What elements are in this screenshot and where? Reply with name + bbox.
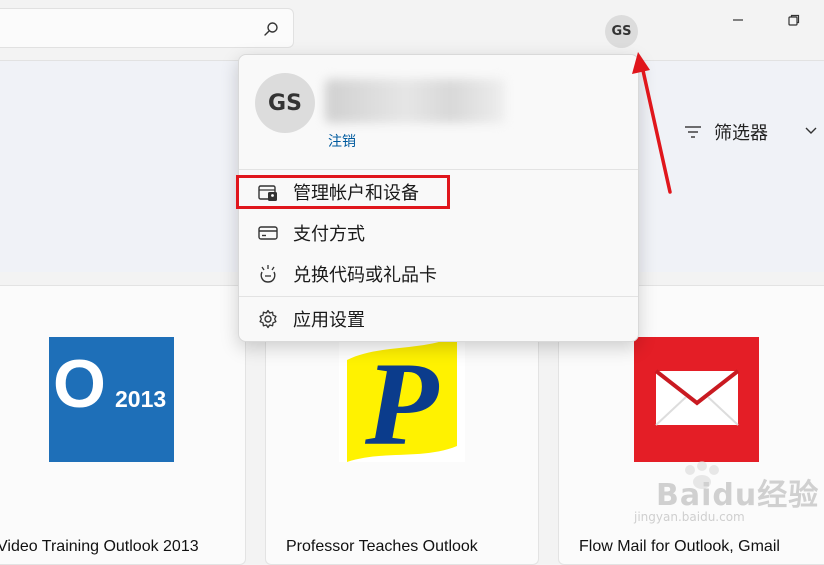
signout-link[interactable]: 注销 xyxy=(328,131,356,151)
chevron-down-icon[interactable] xyxy=(804,124,818,138)
search-box[interactable] xyxy=(0,8,294,48)
gear-icon xyxy=(259,309,277,329)
menu-item-label: 支付方式 xyxy=(293,224,365,245)
restore-icon[interactable] xyxy=(786,12,802,28)
app-card-video-training-outlook[interactable]: O 2013 Video Training Outlook 2013 xyxy=(0,285,246,565)
mail-envelope-app-icon xyxy=(634,337,759,462)
menu-divider xyxy=(239,296,638,297)
menu-item-payment-methods[interactable]: 支付方式 xyxy=(239,214,638,252)
account-avatar-large: GS xyxy=(255,73,315,133)
menu-item-label: 兑换代码或礼品卡 xyxy=(293,265,437,286)
watermark-url: jingyan.baidu.com xyxy=(634,510,745,524)
title-bar: GS xyxy=(0,0,824,60)
menu-item-app-settings[interactable]: 应用设置 xyxy=(239,300,638,338)
account-avatar-button[interactable]: GS xyxy=(605,15,638,48)
filter-label: 筛选器 xyxy=(714,123,768,144)
menu-divider xyxy=(239,169,638,170)
avatar-initials: GS xyxy=(611,24,632,39)
app-card-title: Professor Teaches Outlook xyxy=(286,538,478,555)
outlook-icon-letter: O xyxy=(53,346,106,422)
minimize-icon[interactable] xyxy=(730,12,746,28)
outlook-icon-year: 2013 xyxy=(115,386,166,412)
app-card-title: Flow Mail for Outlook, Gmail xyxy=(579,538,780,555)
avatar-initials: GS xyxy=(268,90,302,116)
credit-card-icon xyxy=(258,226,278,240)
search-input[interactable] xyxy=(5,17,249,41)
menu-item-label: 应用设置 xyxy=(293,310,365,331)
professor-teaches-app-icon: P xyxy=(339,326,465,462)
search-icon[interactable] xyxy=(263,21,279,37)
professor-icon-letter: P xyxy=(364,337,440,462)
account-name-redacted xyxy=(325,79,505,123)
highlight-annotation-box xyxy=(236,175,450,209)
filter-button[interactable]: 筛选器 xyxy=(684,118,768,146)
outlook-2013-app-icon: O 2013 xyxy=(49,337,174,462)
menu-item-redeem-code-gift-card[interactable]: 兑换代码或礼品卡 xyxy=(239,255,638,293)
watermark-text: Baidu经验 xyxy=(656,478,820,513)
gift-icon xyxy=(260,265,276,283)
app-card-title: Video Training Outlook 2013 xyxy=(0,538,199,555)
filter-icon xyxy=(685,126,701,138)
